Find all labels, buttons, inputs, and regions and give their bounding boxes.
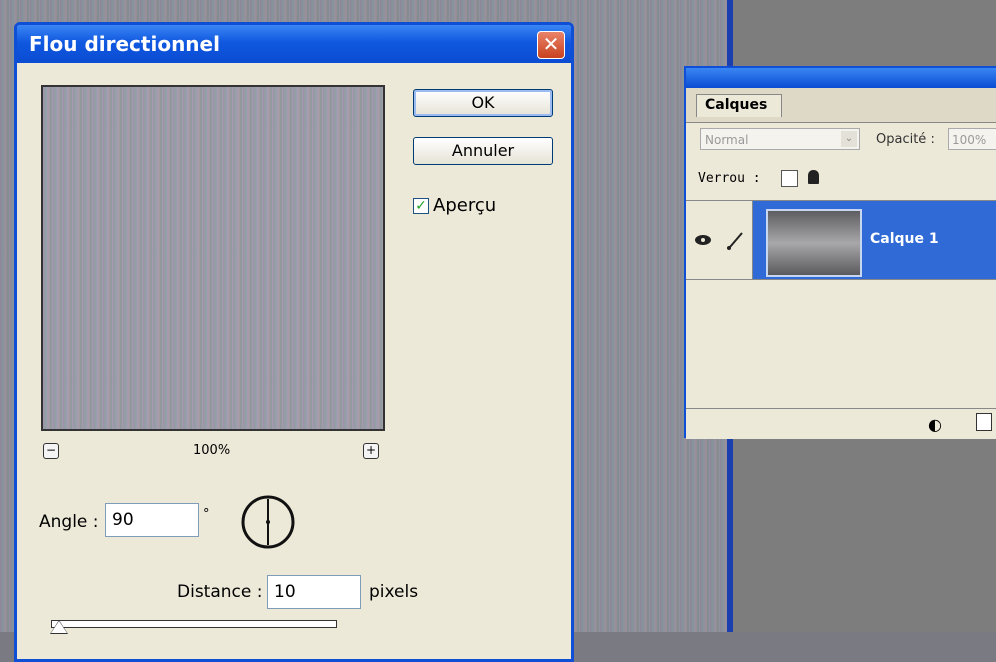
- layer-name[interactable]: Calque 1: [870, 231, 939, 247]
- lock-transparency-icon[interactable]: [781, 170, 798, 187]
- distance-label: Distance :: [177, 582, 263, 602]
- motion-blur-dialog: Flou directionnel ✕ − 100% + OK Annuler …: [14, 22, 574, 662]
- preview-checkbox-label[interactable]: Aperçu: [433, 195, 496, 216]
- angle-dial-icon[interactable]: [239, 493, 297, 551]
- layer-visibility-toggle[interactable]: [686, 201, 721, 279]
- dialog-title: Flou directionnel: [29, 32, 220, 56]
- brush-icon: [727, 232, 743, 250]
- distance-slider[interactable]: [51, 620, 337, 628]
- preview-option[interactable]: ✓ Aperçu: [413, 195, 496, 216]
- blend-mode-select[interactable]: Normal ⌄: [700, 128, 860, 150]
- lock-icon[interactable]: [808, 170, 819, 184]
- zoom-in-button[interactable]: +: [363, 443, 379, 459]
- new-layer-icon[interactable]: [976, 413, 992, 431]
- adjustment-layer-icon[interactable]: ◐: [928, 415, 942, 434]
- lock-label: Verrou :: [698, 171, 761, 186]
- distance-slider-thumb[interactable]: [51, 621, 67, 633]
- angle-unit: °: [203, 507, 210, 522]
- layers-tab-row: Calques: [686, 88, 996, 123]
- distance-input[interactable]: 10: [267, 575, 361, 609]
- filter-preview[interactable]: [41, 85, 385, 431]
- cancel-button[interactable]: Annuler: [413, 137, 553, 165]
- plus-icon: +: [365, 443, 377, 457]
- dialog-titlebar[interactable]: Flou directionnel ✕: [17, 25, 571, 63]
- tab-calques[interactable]: Calques: [696, 94, 783, 117]
- chevron-down-icon[interactable]: ⌄: [841, 131, 857, 147]
- distance-unit: pixels: [369, 582, 419, 602]
- layers-panel-titlebar[interactable]: [686, 68, 996, 88]
- minus-icon: −: [45, 443, 57, 457]
- layer-row[interactable]: Calque 1: [686, 200, 996, 280]
- preview-checkbox[interactable]: ✓: [413, 197, 429, 214]
- zoom-level: 100%: [193, 443, 231, 458]
- angle-input[interactable]: 90: [105, 503, 199, 537]
- angle-label: Angle :: [39, 512, 99, 532]
- layers-panel: Calques Normal ⌄ Opacité : 100% Verrou :…: [684, 66, 996, 439]
- layer-link-toggle[interactable]: [720, 201, 753, 279]
- opacity-input[interactable]: 100%: [948, 128, 996, 150]
- opacity-label: Opacité :: [876, 132, 935, 147]
- close-button[interactable]: ✕: [537, 31, 565, 59]
- layer-thumbnail[interactable]: [766, 209, 862, 277]
- ok-button[interactable]: OK: [413, 89, 553, 117]
- zoom-out-button[interactable]: −: [43, 443, 59, 459]
- eye-icon: [695, 235, 711, 245]
- blend-mode-value: Normal: [705, 133, 749, 147]
- layers-footer: ◐: [686, 408, 996, 439]
